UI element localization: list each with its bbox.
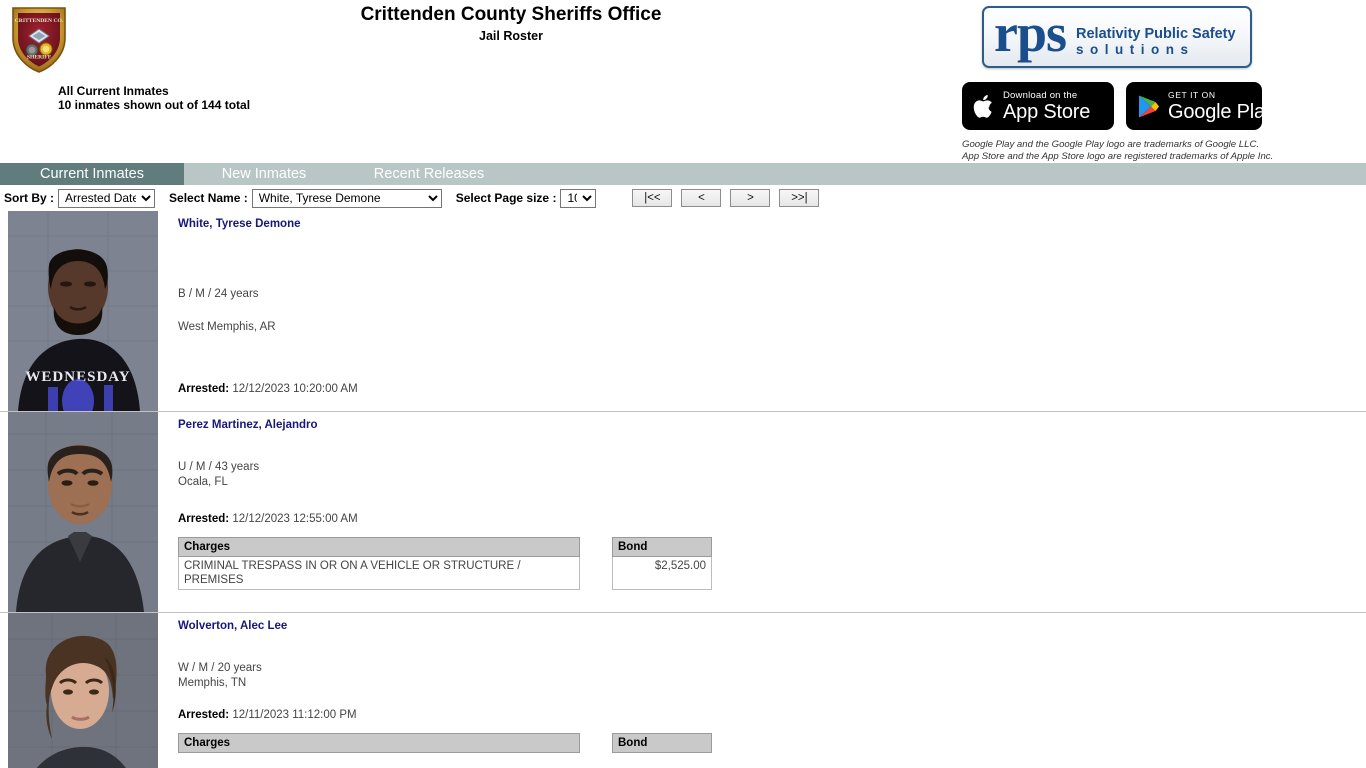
bond-cell: $2,525.00	[612, 556, 712, 590]
inmate-demographics: U / M / 43 years	[178, 461, 260, 473]
inmate-record: WEDNESDAY White, Tyrese Demone B / M / 2…	[0, 211, 1366, 412]
table-row: $2,525.00	[612, 556, 712, 590]
roster-summary: All Current Inmates 10 inmates shown out…	[58, 84, 250, 112]
charges-table: Charges CRIMINAL TRESPASS IN OR ON A VEH…	[178, 537, 580, 590]
google-play-icon	[1137, 94, 1160, 119]
inmate-name-link[interactable]: Perez Martinez, Alejandro	[178, 412, 318, 432]
app-store-button[interactable]: Download on the App Store	[962, 82, 1114, 130]
tab-recent-releases[interactable]: Recent Releases	[344, 163, 514, 185]
page-title: Crittenden County Sheriffs Office	[360, 4, 662, 25]
page-size-label: Select Page size :	[455, 191, 557, 205]
sort-by-select[interactable]: Arrested Date	[58, 188, 156, 208]
inmate-name-link[interactable]: Wolverton, Alec Lee	[178, 613, 287, 633]
sort-by-label: Sort By :	[4, 191, 55, 205]
page-subtitle: Jail Roster	[479, 29, 543, 43]
inmate-name-link[interactable]: White, Tyrese Demone	[178, 211, 301, 231]
charges-table: Charges	[178, 733, 580, 753]
arrested-value: 12/12/2023 10:20:00 AM	[232, 383, 358, 395]
bond-header: Bond	[612, 537, 712, 557]
rps-logo-line-2: solutions	[1076, 42, 1195, 57]
store-badges: Download on the App Store GET IT ON Goog…	[962, 82, 1275, 130]
select-name-dropdown[interactable]: White, Tyrese Demone	[251, 188, 442, 208]
pagination-controls: |<< < > >>|	[632, 189, 820, 207]
summary-line-2: 10 inmates shown out of 144 total	[58, 98, 251, 112]
inmate-city: West Memphis, AR	[178, 321, 276, 333]
trademark-line-1: Google Play and the Google Play logo are…	[962, 139, 1260, 150]
inmate-record: Wolverton, Alec Lee W / M / 20 years Mem…	[0, 613, 1366, 768]
inmate-city: Memphis, TN	[178, 677, 247, 689]
page-header: CRITTENDEN CO. SHERIFF Crittenden County…	[0, 0, 1366, 163]
inmate-details: White, Tyrese Demone B / M / 24 years We…	[158, 211, 1366, 411]
inmate-roster-list: WEDNESDAY White, Tyrese Demone B / M / 2…	[0, 211, 1366, 768]
page-size-select[interactable]: 10	[560, 188, 597, 208]
table-row: CRIMINAL TRESPASS IN OR ON A VEHICLE OR …	[178, 556, 580, 590]
bond-table: Bond	[612, 733, 712, 753]
rps-logo-letters: rps	[994, 6, 1067, 63]
charges-header: Charges	[178, 537, 580, 557]
inmate-city: Ocala, FL	[178, 476, 228, 488]
charge-cell: CRIMINAL TRESPASS IN OR ON A VEHICLE OR …	[178, 556, 580, 590]
inmate-details: Wolverton, Alec Lee W / M / 20 years Mem…	[158, 613, 1366, 768]
branding-zone: rps rps Relativity Public Safety solutio…	[960, 2, 1360, 162]
next-page-button[interactable]: >	[730, 189, 771, 207]
inmate-record: Perez Martinez, Alejandro U / M / 43 yea…	[0, 412, 1366, 613]
arrested-label: Arrested:	[178, 513, 230, 525]
mugshot-photo[interactable]: WEDNESDAY	[8, 211, 158, 411]
previous-page-button[interactable]: <	[681, 189, 722, 207]
trademark-note: Google Play and the Google Play logo are…	[962, 139, 1273, 162]
app-store-small-label: Download on the	[1003, 89, 1078, 101]
bond-table: Bond $2,525.00	[612, 537, 712, 590]
google-play-button[interactable]: GET IT ON Google Play	[1126, 82, 1275, 130]
rps-logo-line-1: Relativity Public Safety	[1076, 26, 1236, 42]
inmate-arrested: Arrested: 12/12/2023 10:20:00 AM	[178, 382, 1366, 397]
mugshot-photo[interactable]	[8, 613, 158, 768]
arrested-label: Arrested:	[178, 383, 230, 395]
app-store-big-label: App Store	[1003, 100, 1091, 123]
arrested-value: 12/12/2023 12:55:00 AM	[232, 513, 358, 525]
google-play-big-label: Google Play	[1168, 100, 1275, 123]
select-name-label: Select Name :	[169, 191, 248, 205]
arrested-value: 12/11/2023 11:12:00 PM	[232, 709, 357, 721]
svg-text:SHERIFF: SHERIFF	[27, 55, 52, 61]
google-play-small-label: GET IT ON	[1168, 89, 1216, 100]
inmate-arrested: Arrested: 12/12/2023 12:55:00 AM	[178, 512, 1366, 527]
charges-and-bond: Charges Bond	[178, 733, 1366, 753]
summary-line-1: All Current Inmates	[58, 84, 169, 98]
inmate-details: Perez Martinez, Alejandro U / M / 43 yea…	[158, 412, 1366, 612]
inmate-demographics: W / M / 20 years	[178, 662, 262, 674]
last-page-button[interactable]: >>|	[779, 189, 820, 207]
trademark-line-2: App Store and the App Store logo are reg…	[962, 150, 1274, 162]
tab-bar: Current Inmates New Inmates Recent Relea…	[0, 163, 1366, 185]
charges-header: Charges	[178, 733, 580, 753]
tab-current-inmates[interactable]: Current Inmates	[0, 163, 184, 185]
title-block: Crittenden County Sheriffs Office Jail R…	[0, 4, 1022, 44]
control-bar: Sort By : Arrested Date Select Name : Wh…	[0, 185, 1366, 211]
inmate-demographics: B / M / 24 years	[178, 288, 259, 300]
rps-logo[interactable]: rps Relativity Public Safety solutions	[982, 6, 1252, 68]
charges-and-bond: Charges CRIMINAL TRESPASS IN OR ON A VEH…	[178, 537, 1366, 590]
tab-new-inmates[interactable]: New Inmates	[184, 163, 344, 185]
arrested-label: Arrested:	[178, 709, 230, 721]
apple-logo-icon	[973, 93, 995, 120]
bond-header: Bond	[612, 733, 712, 753]
first-page-button[interactable]: |<<	[632, 189, 673, 207]
inmate-arrested: Arrested: 12/11/2023 11:12:00 PM	[178, 708, 1366, 723]
mugshot-photo[interactable]	[8, 412, 158, 612]
